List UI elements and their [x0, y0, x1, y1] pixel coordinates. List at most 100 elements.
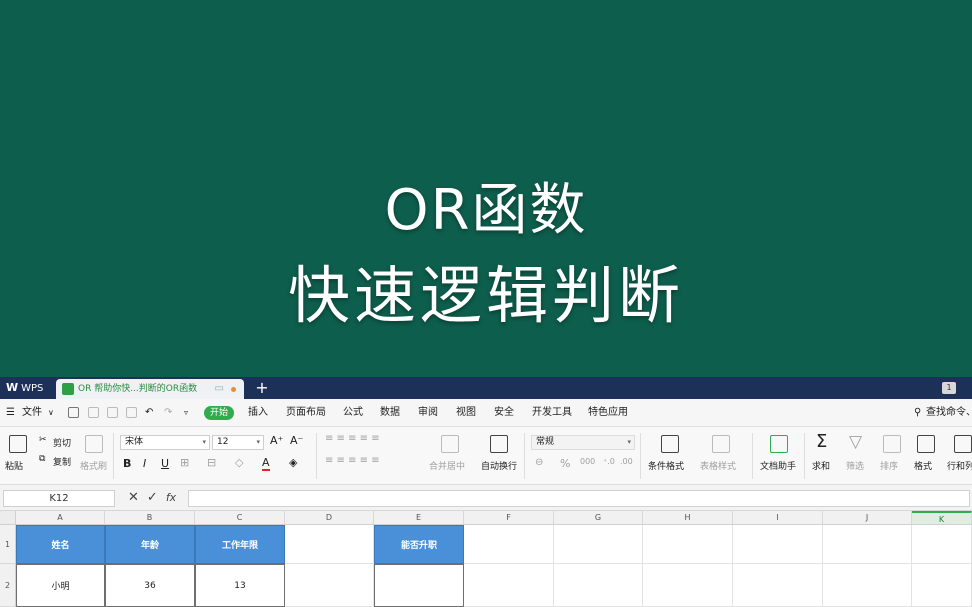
column-header-a[interactable]: A [16, 511, 105, 525]
increase-decimal-icon[interactable]: ⁺.0 [603, 457, 615, 466]
cell-k1[interactable] [912, 525, 972, 564]
cell-f1[interactable] [464, 525, 554, 564]
cut-button[interactable]: 剪切 [53, 436, 71, 449]
merge-center-button[interactable]: 合并居中 [429, 459, 465, 472]
paste-icon[interactable] [9, 435, 27, 453]
save-icon[interactable] [68, 407, 79, 418]
format-button[interactable]: 格式 [914, 459, 932, 472]
percent-button[interactable]: % [560, 457, 570, 470]
cell-h1[interactable] [643, 525, 733, 564]
conditional-format-icon[interactable] [661, 435, 679, 453]
table-style-button[interactable]: 表格样式 [700, 459, 736, 472]
border-icon[interactable]: ⊞ [180, 456, 189, 469]
cell-g2[interactable] [554, 564, 643, 607]
confirm-icon[interactable]: ✓ [147, 490, 158, 505]
column-header-h[interactable]: H [643, 511, 733, 525]
monitor-icon[interactable]: ▭ [215, 379, 224, 399]
wrap-text-icon[interactable] [490, 435, 508, 453]
format-icon[interactable] [917, 435, 935, 453]
quick-access-chevron-icon[interactable]: ▿ [184, 399, 188, 427]
undo-icon[interactable]: ↶ [145, 399, 153, 427]
cell-c2[interactable]: 13 [195, 564, 285, 607]
file-menu-chevron-icon[interactable]: ∨ [48, 399, 54, 427]
file-menu[interactable]: 文件 [22, 399, 42, 427]
document-tab[interactable]: OR 帮助你快...判断的OR函数 ▭ [56, 379, 244, 399]
font-color-button[interactable]: A [262, 456, 270, 471]
sum-button[interactable]: 求和 [812, 459, 830, 472]
column-header-e[interactable]: E [374, 511, 464, 525]
align-top-icon[interactable]: ≡ ≡ ≡ ≡ ≡ [325, 433, 380, 444]
cell-b1[interactable]: 年龄 [105, 525, 195, 564]
column-header-g[interactable]: G [554, 511, 643, 525]
cell-h2[interactable] [643, 564, 733, 607]
currency-icon[interactable]: ⊖ [535, 457, 543, 468]
cell-d2[interactable] [285, 564, 374, 607]
number-format-select[interactable]: 常规 ▾ [531, 435, 635, 450]
column-header-k[interactable]: K [912, 511, 972, 525]
row-header-1[interactable]: 1 [0, 525, 16, 564]
cell-d1[interactable] [285, 525, 374, 564]
search-icon[interactable]: ⚲ [914, 399, 921, 427]
rows-columns-icon[interactable] [954, 435, 972, 453]
column-header-f[interactable]: F [464, 511, 554, 525]
cell-e2[interactable] [374, 564, 464, 607]
tab-formulas[interactable]: 公式 [343, 399, 363, 427]
select-all-corner[interactable] [0, 511, 16, 525]
new-tab-button[interactable]: + [254, 377, 270, 399]
column-header-b[interactable]: B [105, 511, 195, 525]
row-header-2[interactable]: 2 [0, 564, 16, 607]
cell-j2[interactable] [823, 564, 912, 607]
cancel-icon[interactable]: ✕ [128, 490, 139, 505]
cell-j1[interactable] [823, 525, 912, 564]
italic-button[interactable]: I [143, 457, 146, 470]
copy-button[interactable]: 复制 [53, 455, 71, 468]
tab-view[interactable]: 视图 [456, 399, 476, 427]
sort-button[interactable]: 排序 [880, 459, 898, 472]
command-search[interactable]: 查找命令、 [926, 399, 972, 427]
font-family-select[interactable]: 宋体 ▾ [120, 435, 210, 450]
tab-developer[interactable]: 开发工具 [532, 399, 572, 427]
rows-columns-button[interactable]: 行和列 [947, 459, 972, 472]
clear-border-icon[interactable]: ⊟ [207, 456, 216, 469]
format-painter-button[interactable]: 格式刷 [80, 459, 107, 472]
cell-i2[interactable] [733, 564, 823, 607]
wrap-text-button[interactable]: 自动换行 [481, 459, 517, 472]
font-size-select[interactable]: 12 ▾ [212, 435, 264, 450]
cell-i1[interactable] [733, 525, 823, 564]
export-pdf-icon[interactable] [88, 407, 99, 418]
cell-c1[interactable]: 工作年限 [195, 525, 285, 564]
insert-function-button[interactable]: fx [166, 491, 176, 504]
tab-review[interactable]: 审阅 [418, 399, 438, 427]
cell-e1[interactable]: 能否升职 [374, 525, 464, 564]
tab-page-layout[interactable]: 页面布局 [286, 399, 326, 427]
column-header-c[interactable]: C [195, 511, 285, 525]
wps-home-tab[interactable]: W WPS [0, 377, 52, 399]
decrease-font-button[interactable]: A⁻ [290, 434, 303, 447]
document-helper-button[interactable]: 文档助手 [760, 459, 796, 472]
fill-color-icon[interactable]: ◇ [235, 456, 243, 469]
document-helper-icon[interactable] [770, 435, 788, 453]
cell-a2[interactable]: 小明 [16, 564, 105, 607]
cut-icon[interactable]: ✂ [39, 435, 47, 445]
cell-g1[interactable] [554, 525, 643, 564]
cell-a1[interactable]: 姓名 [16, 525, 105, 564]
increase-font-button[interactable]: A⁺ [270, 434, 283, 447]
redo-icon[interactable]: ↷ [164, 399, 172, 427]
tab-insert[interactable]: 插入 [248, 399, 268, 427]
sum-icon[interactable]: Σ [816, 431, 827, 452]
formula-input[interactable] [188, 490, 970, 507]
format-painter-icon[interactable] [85, 435, 103, 453]
column-header-j[interactable]: J [823, 511, 912, 525]
decrease-decimal-icon[interactable]: .00 [620, 457, 633, 466]
hamburger-menu-icon[interactable]: ☰ [6, 399, 15, 427]
filter-button[interactable]: 筛选 [846, 459, 864, 472]
filter-icon[interactable]: ▽ [849, 432, 862, 452]
tab-start[interactable]: 开始 [204, 406, 235, 420]
cell-k2[interactable] [912, 564, 972, 607]
table-style-icon[interactable] [712, 435, 730, 453]
align-left-icon[interactable]: ≡ ≡ ≡ ≡ ≡ [325, 455, 380, 466]
sort-icon[interactable] [883, 435, 901, 453]
conditional-format-button[interactable]: 条件格式 [648, 459, 684, 472]
cell-f2[interactable] [464, 564, 554, 607]
column-header-d[interactable]: D [285, 511, 374, 525]
